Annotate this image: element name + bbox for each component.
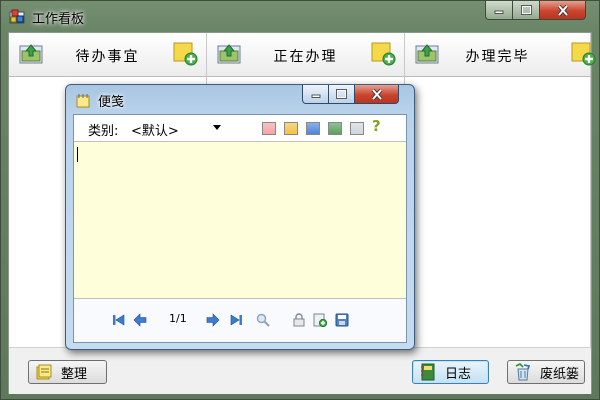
column-header-todo: 待办事宜 (9, 33, 207, 77)
note-body: 类别: <默认> ? 1/1 (73, 114, 407, 343)
trash-label: 废纸篓 (540, 366, 580, 382)
lock-icon[interactable] (292, 313, 306, 327)
help-icon[interactable]: ? (372, 117, 381, 135)
add-note-icon[interactable] (570, 40, 596, 66)
sticky-note-window[interactable]: 便笺 类别: <默认> ? 1/1 (65, 84, 415, 350)
organize-icon (36, 364, 52, 380)
save-icon[interactable] (335, 313, 349, 327)
color-swatch-yellow[interactable] (284, 122, 298, 135)
color-swatch-pink[interactable] (262, 122, 276, 135)
new-note-icon[interactable] (313, 313, 327, 327)
minimize-button[interactable] (485, 1, 513, 20)
log-book-icon (421, 363, 435, 381)
color-swatch-blue[interactable] (306, 122, 320, 135)
organize-label: 整理 (61, 366, 88, 382)
note-toolbar: 类别: <默认> ? (74, 115, 406, 141)
page-indicator: 1/1 (169, 312, 187, 325)
log-button[interactable]: 日志 (412, 360, 489, 384)
note-icon (76, 94, 90, 108)
recycle-bin-icon (515, 363, 531, 381)
text-caret (77, 147, 78, 162)
log-label: 日志 (445, 366, 472, 382)
category-label: 类别: (88, 124, 119, 139)
column-header-in-progress: 正在办理 (207, 33, 405, 77)
previous-page-icon[interactable] (133, 313, 147, 327)
maximize-icon (520, 5, 532, 15)
column-title: 办理完毕 (465, 49, 530, 65)
color-swatch-gray[interactable] (350, 122, 364, 135)
first-page-icon[interactable] (112, 313, 126, 327)
color-swatch-green[interactable] (328, 122, 342, 135)
note-text-area[interactable] (74, 141, 406, 299)
minimize-icon (494, 10, 504, 14)
app-icon (9, 9, 25, 24)
add-note-icon[interactable] (370, 40, 396, 66)
add-note-icon[interactable] (172, 40, 198, 66)
note-maximize-button[interactable] (328, 85, 355, 104)
search-icon[interactable] (256, 313, 270, 327)
close-button[interactable] (539, 1, 586, 20)
trash-button[interactable]: 废纸篓 (507, 360, 585, 384)
category-select[interactable]: <默认> (131, 120, 223, 139)
note-navigation-bar: 1/1 (74, 299, 406, 342)
column-header-done: 办理完毕 (405, 33, 596, 77)
window-title: 工作看板 (32, 12, 85, 27)
note-minimize-button[interactable] (302, 85, 329, 104)
column-body-done[interactable] (405, 77, 591, 347)
close-icon (557, 4, 568, 16)
maximize-button[interactable] (512, 1, 540, 20)
organize-button[interactable]: 整理 (28, 360, 107, 384)
last-page-icon[interactable] (229, 313, 243, 327)
maximize-icon (336, 89, 347, 99)
minimize-icon (311, 94, 320, 98)
next-page-icon[interactable] (206, 313, 220, 327)
close-icon (371, 88, 382, 100)
note-title: 便笺 (98, 95, 125, 110)
chevron-down-icon[interactable] (213, 125, 221, 130)
note-close-button[interactable] (354, 85, 399, 104)
footer-bar: 整理 日志 废纸篓 (9, 347, 591, 394)
title-bar[interactable]: 工作看板 (1, 1, 599, 32)
